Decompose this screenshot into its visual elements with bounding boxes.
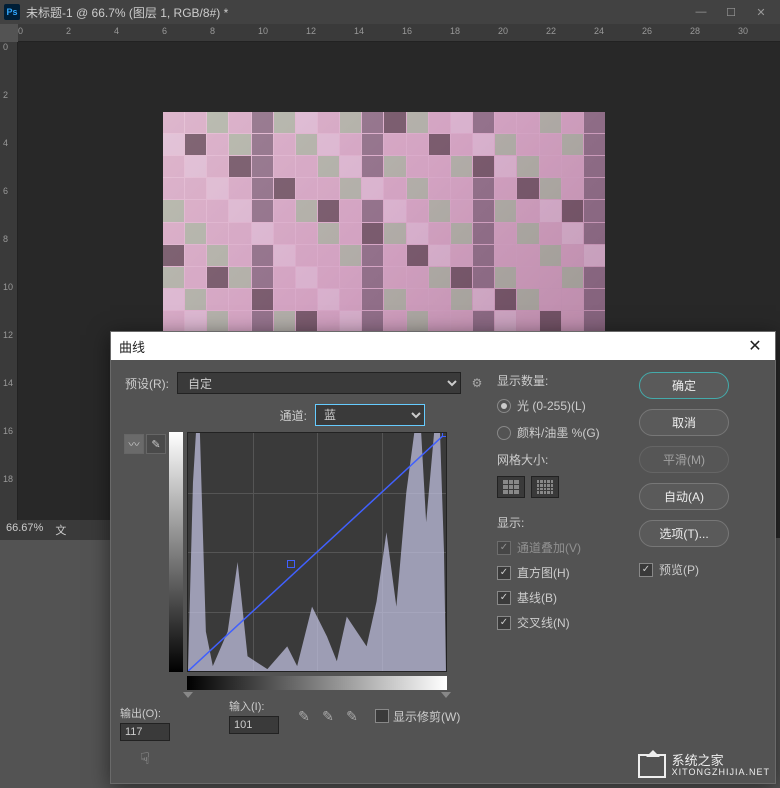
preset-select[interactable]: 自定 xyxy=(177,372,461,394)
channel-select[interactable]: 蓝 xyxy=(315,404,425,426)
baseline-label: 基线(B) xyxy=(517,589,557,606)
zoom-level[interactable]: 66.67% xyxy=(6,522,43,538)
hand-tool-icon[interactable]: ☟ xyxy=(133,747,157,771)
display-amount-label: 显示数量: xyxy=(497,372,627,389)
display-light-label: 光 (0-255)(L) xyxy=(517,397,586,414)
grid-size-label: 网格大小: xyxy=(497,451,627,468)
input-gradient xyxy=(187,676,447,690)
histogram-label: 直方图(H) xyxy=(517,564,570,581)
curves-dialog: 曲线 ✕ 预设(R): 自定 ⚙ 通道: 蓝 〰 ✎ xyxy=(110,331,776,784)
display-light-radio[interactable] xyxy=(497,399,511,413)
input-value[interactable] xyxy=(229,716,279,734)
smooth-button: 平滑(M) xyxy=(639,446,729,473)
curve-tool-point[interactable]: 〰 xyxy=(124,434,144,454)
channel-overlay-label: 通道叠加(V) xyxy=(517,539,581,556)
eyedropper-black-icon[interactable]: ✎ xyxy=(295,707,313,725)
cancel-button[interactable]: 取消 xyxy=(639,409,729,436)
status-label: 文 xyxy=(55,522,66,538)
status-bar: 66.67% 文 xyxy=(0,520,110,540)
horizontal-ruler: 024681012141618202224262830 xyxy=(18,24,780,42)
preset-gear-icon[interactable]: ⚙ xyxy=(469,375,485,391)
output-value[interactable] xyxy=(120,723,170,741)
eyedropper-gray-icon[interactable]: ✎ xyxy=(319,707,337,725)
output-gradient xyxy=(169,432,183,672)
document-image[interactable] xyxy=(163,112,605,332)
ps-app-icon: Ps xyxy=(4,4,20,20)
intersection-checkbox[interactable] xyxy=(497,616,511,630)
input-label: 输入(I): xyxy=(229,698,279,714)
preset-label: 预设(R): xyxy=(125,375,169,392)
output-label: 输出(O): xyxy=(120,705,170,721)
minimize-button[interactable]: — xyxy=(686,2,716,22)
ok-button[interactable]: 确定 xyxy=(639,372,729,399)
display-pigment-radio[interactable] xyxy=(497,426,511,440)
vertical-ruler: 024681012141618 xyxy=(0,42,18,538)
show-clip-label: 显示修剪(W) xyxy=(393,708,460,725)
display-pigment-label: 颜料/油墨 %(G) xyxy=(517,424,600,441)
channel-label: 通道: xyxy=(280,407,307,424)
histogram-checkbox[interactable] xyxy=(497,566,511,580)
show-clip-checkbox[interactable] xyxy=(375,709,389,723)
curve-point-end[interactable] xyxy=(442,432,447,437)
preview-label: 预览(P) xyxy=(659,561,699,578)
curve-tool-pencil[interactable]: ✎ xyxy=(146,434,166,454)
auto-button[interactable]: 自动(A) xyxy=(639,483,729,510)
show-label: 显示: xyxy=(497,514,627,531)
grid-size-large[interactable] xyxy=(531,476,559,498)
intersection-label: 交叉线(N) xyxy=(517,614,570,631)
close-button[interactable]: ✕ xyxy=(746,2,776,22)
maximize-button[interactable]: ☐ xyxy=(716,2,746,22)
eyedropper-white-icon[interactable]: ✎ xyxy=(343,707,361,725)
channel-overlay-checkbox xyxy=(497,541,511,555)
baseline-checkbox[interactable] xyxy=(497,591,511,605)
preview-checkbox[interactable] xyxy=(639,563,653,577)
curve-point[interactable] xyxy=(287,560,295,568)
curve-graph[interactable] xyxy=(187,432,447,672)
options-button[interactable]: 选项(T)... xyxy=(639,520,729,547)
dialog-close-button[interactable]: ✕ xyxy=(743,334,767,358)
grid-size-small[interactable] xyxy=(497,476,525,498)
dialog-title: 曲线 xyxy=(119,337,743,356)
window-title: 未标题-1 @ 66.7% (图层 1, RGB/8#) * xyxy=(26,4,686,21)
